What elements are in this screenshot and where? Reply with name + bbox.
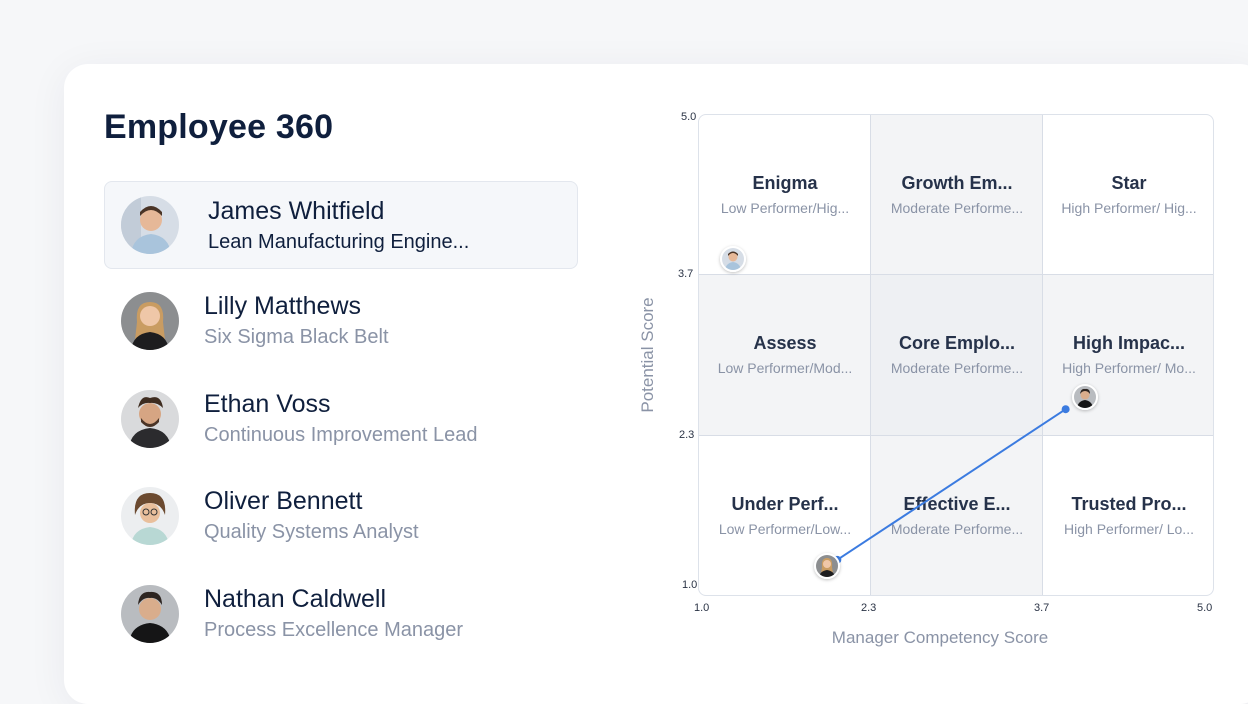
avatar xyxy=(121,390,179,448)
avatar xyxy=(121,487,179,545)
quadrant-effective-employee[interactable]: Effective E... Moderate Performe... xyxy=(871,436,1043,595)
quadrant-subtitle: Low Performer/Low... xyxy=(718,521,852,537)
employee-name: Nathan Caldwell xyxy=(204,585,387,613)
y-tick-label: 1.0 xyxy=(682,579,698,591)
quadrant-title: High Impac... xyxy=(1072,333,1186,353)
page-title: Employee 360 xyxy=(104,108,334,146)
quadrant-title: Core Emplo... xyxy=(898,333,1015,353)
data-point-lilly-matthews[interactable] xyxy=(814,552,840,579)
quadrant-subtitle: Low Performer/Hig... xyxy=(720,200,850,216)
data-point-nathan-caldwell[interactable] xyxy=(1072,384,1098,411)
avatar xyxy=(121,196,179,254)
employee-role: Process Excellence Manager xyxy=(204,619,464,641)
quadrant-subtitle: Moderate Performe... xyxy=(890,521,1024,537)
quadrant-title: Under Perf... xyxy=(731,494,839,514)
x-tick-label: 2.3 xyxy=(861,602,877,614)
quadrant-title: Growth Em... xyxy=(901,173,1013,193)
quadrant-title: Assess xyxy=(753,333,817,353)
employee-name: Oliver Bennett xyxy=(204,487,363,515)
quadrant-title: Trusted Pro... xyxy=(1071,494,1187,514)
quadrant-subtitle: Low Performer/Mod... xyxy=(717,360,853,376)
quadrant-subtitle: Moderate Performe... xyxy=(890,360,1024,376)
grid-divider xyxy=(699,435,1213,436)
employee-role: Continuous Improvement Lead xyxy=(204,424,478,446)
quadrant-core-employee[interactable]: Core Emplo... Moderate Performe... xyxy=(871,275,1043,436)
quadrant-high-impact[interactable]: High Impac... High Performer/ Mo... xyxy=(1043,275,1213,436)
employee-role: Lean Manufacturing Engine... xyxy=(208,231,470,253)
employee-row-lilly-matthews[interactable]: Lilly Matthews Six Sigma Black Belt xyxy=(104,278,578,366)
y-tick-label: 5.0 xyxy=(681,111,697,123)
employee-name: Ethan Voss xyxy=(204,390,331,418)
nine-box-grid: Enigma Low Performer/Hig... Growth Em...… xyxy=(698,114,1214,596)
quadrant-trusted-professional[interactable]: Trusted Pro... High Performer/ Lo... xyxy=(1043,436,1213,595)
employee-row-nathan-caldwell[interactable]: Nathan Caldwell Process Excellence Manag… xyxy=(104,571,578,659)
x-tick-label: 1.0 xyxy=(694,602,710,614)
y-axis-label: Potential Score xyxy=(638,297,657,413)
data-point-james-whitfield[interactable] xyxy=(719,245,746,272)
employee-row-james-whitfield[interactable]: James Whitfield Lean Manufacturing Engin… xyxy=(104,181,578,269)
quadrant-title: Enigma xyxy=(752,173,818,193)
quadrant-star[interactable]: Star High Performer/ Hig... xyxy=(1043,115,1213,275)
x-tick-label: 3.7 xyxy=(1034,602,1050,614)
employee-row-oliver-bennett[interactable]: Oliver Bennett Quality Systems Analyst xyxy=(104,473,578,561)
quadrant-title: Effective E... xyxy=(903,494,1011,514)
quadrant-subtitle: High Performer/ Mo... xyxy=(1062,360,1196,376)
employee-role: Quality Systems Analyst xyxy=(204,521,419,543)
x-axis-label: Manager Competency Score xyxy=(831,628,1049,647)
avatar xyxy=(121,585,179,643)
y-tick-label: 2.3 xyxy=(679,429,695,441)
employee-name: Lilly Matthews xyxy=(204,292,361,320)
employee-row-ethan-voss[interactable]: Ethan Voss Continuous Improvement Lead xyxy=(104,376,578,464)
x-tick-label: 5.0 xyxy=(1197,602,1213,614)
quadrant-under-performer[interactable]: Under Perf... Low Performer/Low... xyxy=(699,436,871,595)
employee-role: Six Sigma Black Belt xyxy=(204,326,389,348)
quadrant-subtitle: High Performer/ Lo... xyxy=(1064,521,1194,537)
quadrant-subtitle: Moderate Performe... xyxy=(890,200,1024,216)
quadrant-assess[interactable]: Assess Low Performer/Mod... xyxy=(699,275,871,436)
y-tick-label: 3.7 xyxy=(678,268,694,280)
quadrant-growth-employee[interactable]: Growth Em... Moderate Performe... xyxy=(871,115,1043,275)
quadrant-title: Star xyxy=(1111,173,1147,193)
employee-name: James Whitfield xyxy=(208,197,385,225)
grid-divider xyxy=(699,274,1213,275)
avatar xyxy=(121,292,179,350)
grid-divider xyxy=(870,115,871,595)
quadrant-subtitle: High Performer/ Hig... xyxy=(1061,200,1197,216)
grid-divider xyxy=(1042,115,1043,595)
